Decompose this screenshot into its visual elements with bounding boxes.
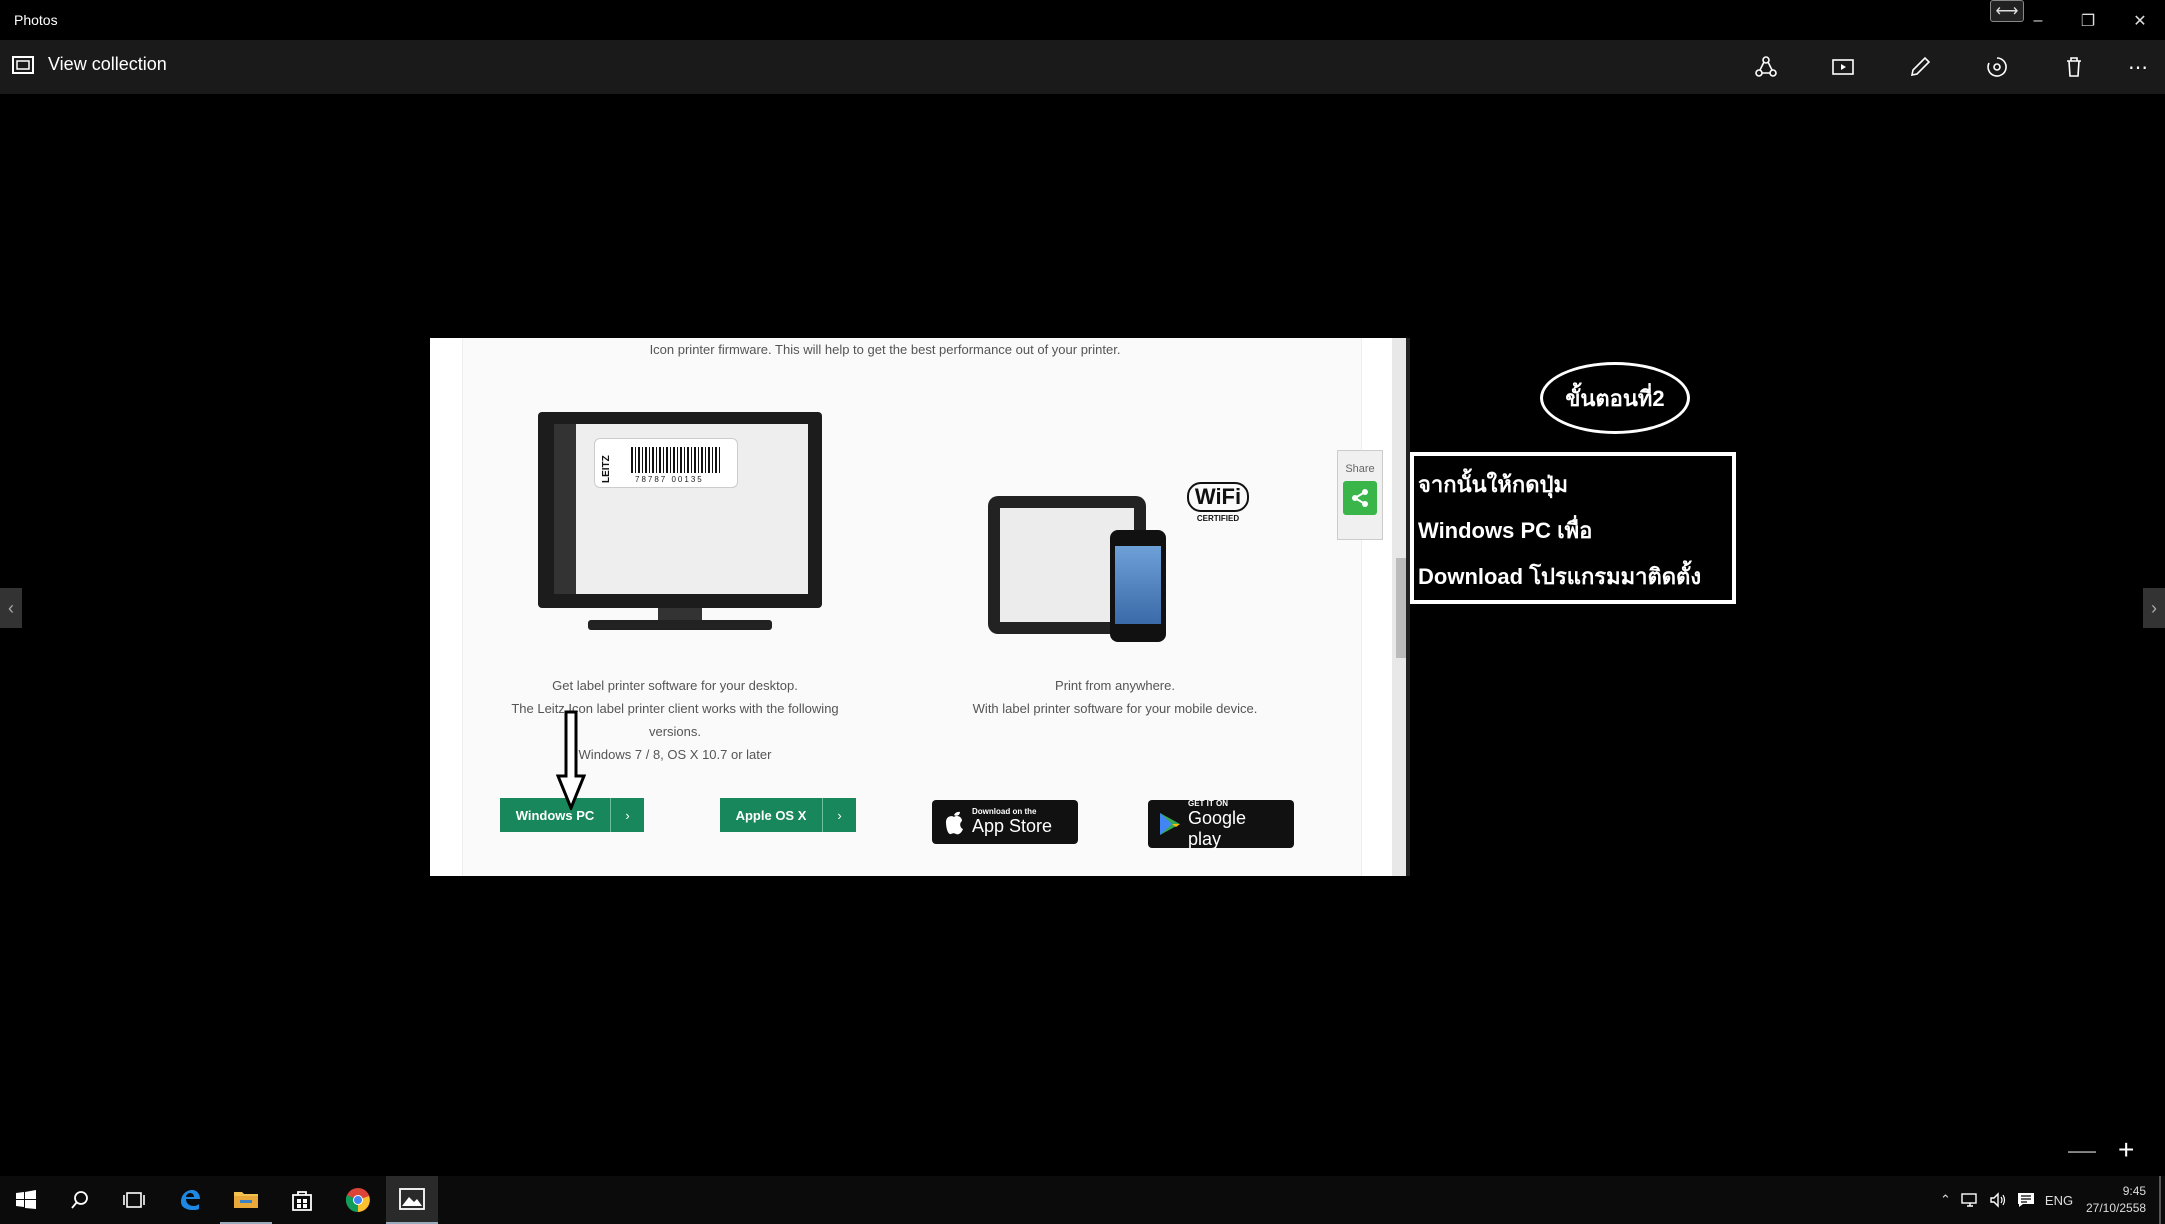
firmware-text: Icon printer firmware. This will help to… — [649, 342, 1121, 357]
app-title: Photos — [14, 12, 58, 28]
barcode-graphic — [631, 447, 721, 473]
leitz-logo: LEITZ — [601, 455, 612, 483]
clock-date: 27/10/2558 — [2086, 1201, 2147, 1215]
more-icon[interactable]: ⋯ — [2120, 52, 2156, 82]
googleplay-big-text: Google play — [1187, 807, 1247, 849]
restore-button[interactable]: ❐ — [2070, 6, 2106, 36]
folder-icon — [234, 1192, 258, 1208]
mobile-desc-line: With label printer software for your mob… — [972, 701, 1258, 716]
taskbar: ⌃ ENG 9:45 27/10/2558 — [0, 1176, 2165, 1224]
windows-logo-icon — [16, 1190, 36, 1209]
resize-indicator-icon: ⟷ — [1990, 0, 2024, 22]
desktop-monitor-image: LEITZ 78787 00135 — [538, 412, 822, 630]
instruction-box: จากนั้นให้กดปุ่ม Windows PC เพื่อ Downlo… — [1410, 452, 1736, 604]
barcode-number: 78787 00135 — [635, 475, 704, 484]
store-taskbar-button[interactable] — [276, 1176, 328, 1224]
desktop-desc-line: The Leitz Icon label printer client work… — [511, 701, 839, 716]
step-annotation: ขั้นตอนที่2 — [1540, 362, 1690, 434]
next-photo-button[interactable]: › — [2143, 588, 2165, 628]
language-indicator[interactable]: ENG — [2045, 1193, 2073, 1208]
task-view-icon — [123, 1192, 145, 1208]
down-arrow-annotation — [556, 710, 586, 810]
mobile-description: Print from anywhere. With label printer … — [930, 674, 1300, 720]
phone-image — [1110, 530, 1166, 642]
google-play-icon — [1159, 813, 1180, 835]
appstore-big-text: App Store — [972, 816, 1053, 836]
delete-icon[interactable] — [2056, 52, 2092, 82]
apple-osx-button[interactable]: Apple OS X › — [720, 798, 856, 832]
google-play-badge[interactable]: GET IT ON Google play — [1148, 798, 1294, 849]
edge-taskbar-button[interactable] — [164, 1176, 216, 1224]
instruction-line: จากนั้นให้กดปุ่ม — [1418, 472, 1568, 497]
rotate-icon[interactable] — [1979, 52, 2015, 82]
edit-icon[interactable] — [1902, 52, 1938, 82]
barcode-label: LEITZ 78787 00135 — [594, 438, 738, 488]
appstore-small-text: Download on the — [972, 807, 1037, 816]
share-widget[interactable]: Share — [1337, 450, 1383, 540]
view-collection-button[interactable]: View collection — [12, 54, 167, 75]
share-label: Share — [1345, 463, 1375, 475]
view-collection-label: View collection — [48, 54, 167, 74]
network-icon[interactable] — [1961, 1192, 1979, 1208]
desktop-desc-line: Get label printer software for your desk… — [552, 678, 798, 693]
share-icon[interactable] — [1748, 52, 1784, 82]
mobile-desc-line: Print from anywhere. — [1055, 678, 1175, 693]
store-icon — [292, 1191, 312, 1211]
app-store-badge[interactable]: Download on the App Store — [932, 800, 1078, 844]
system-tray: ⌃ ENG — [1940, 1176, 2073, 1224]
wifi-logo-text: WiFi — [1186, 482, 1250, 512]
instruction-line: Download โปรแกรมมาติดตั้ง — [1418, 564, 1702, 589]
close-button[interactable]: ✕ — [2122, 6, 2158, 36]
wifi-certified-logo: WiFi CERTIFIED — [1182, 482, 1254, 530]
apple-icon — [946, 811, 963, 835]
chrome-icon — [345, 1188, 370, 1213]
clock-time: 9:45 — [2122, 1184, 2147, 1198]
zoom-out-button[interactable]: — — [2068, 1134, 2096, 1166]
search-icon — [71, 1191, 88, 1209]
clock[interactable]: 9:45 27/10/2558 — [2086, 1176, 2146, 1224]
title-bar: Photos ⟷ – ❐ ✕ — [0, 0, 2165, 40]
share-icon[interactable] — [1343, 481, 1377, 515]
volume-icon[interactable] — [1989, 1192, 2007, 1208]
desktop-desc-line: Windows 7 / 8, OS X 10.7 or later — [578, 747, 772, 762]
apple-osx-label: Apple OS X — [735, 807, 807, 823]
start-button[interactable] — [0, 1176, 52, 1224]
desktop-desc-line: versions. — [648, 724, 702, 739]
slideshow-icon[interactable] — [1825, 52, 1861, 82]
chevron-right-icon: › — [610, 798, 644, 832]
edge-icon — [181, 1190, 200, 1210]
step-label: ขั้นตอนที่2 — [1565, 385, 1665, 411]
photo-toolbar: View collection ⋯ — [0, 40, 2165, 94]
show-desktop-button[interactable] — [2159, 1176, 2161, 1224]
zoom-in-button[interactable]: + — [2118, 1134, 2134, 1166]
desktop-description: Get label printer software for your desk… — [490, 674, 860, 766]
photos-icon — [399, 1188, 425, 1210]
task-view-button[interactable] — [108, 1176, 160, 1224]
chevron-right-icon: › — [822, 798, 856, 832]
page-scrollbar[interactable] — [1392, 338, 1410, 876]
wifi-certified-text: CERTIFIED — [1196, 514, 1240, 523]
previous-photo-button[interactable]: ‹ — [0, 588, 22, 628]
instruction-line: Windows PC เพื่อ — [1418, 518, 1593, 543]
action-center-icon[interactable] — [2017, 1192, 2035, 1208]
search-button[interactable] — [54, 1176, 106, 1224]
collection-icon — [12, 55, 34, 74]
windows-pc-label: Windows PC — [515, 807, 595, 823]
chrome-taskbar-button[interactable] — [332, 1176, 384, 1224]
minimize-button[interactable]: – — [2020, 6, 2056, 36]
googleplay-small-text: GET IT ON — [1187, 798, 1228, 808]
file-explorer-taskbar-button[interactable] — [220, 1176, 272, 1224]
photos-taskbar-button[interactable] — [386, 1176, 438, 1224]
chevron-up-icon[interactable]: ⌃ — [1940, 1192, 1951, 1208]
